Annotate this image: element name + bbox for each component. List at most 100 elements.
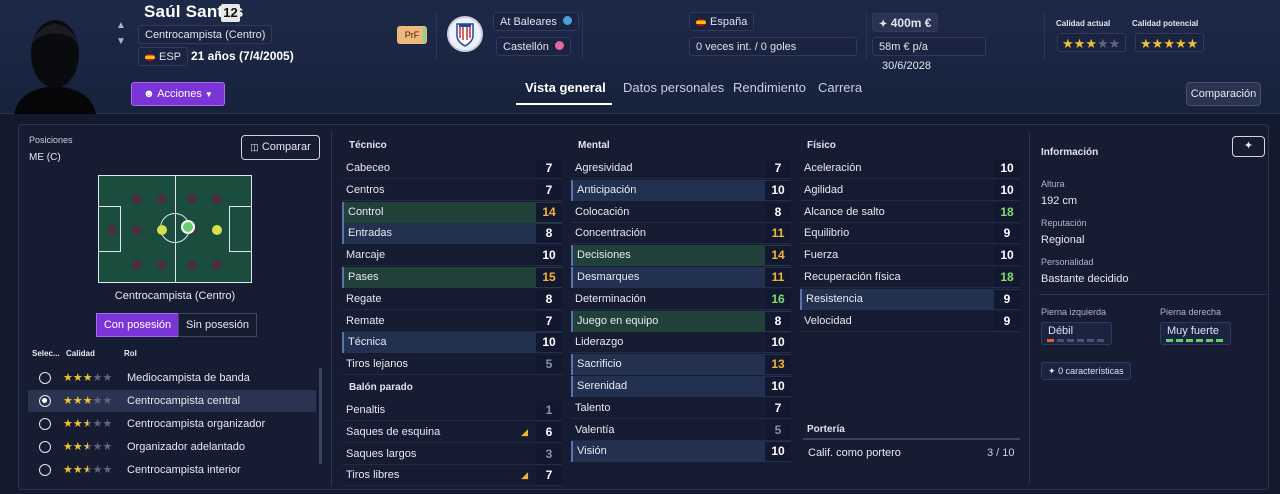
star-icon: ★ (72, 372, 83, 384)
attribute-name: Talento (575, 401, 611, 414)
role-name: Centrocampista central (127, 395, 241, 407)
foot-meter-segment (1216, 339, 1223, 342)
attribute-name: Aceleración (804, 162, 862, 174)
attribute-value: 8 (765, 311, 791, 331)
comparison-button[interactable]: Comparación (1186, 82, 1261, 106)
region-pill[interactable]: At Baleares (493, 12, 579, 31)
role-radio[interactable] (39, 395, 51, 407)
star-icon: ★ (72, 395, 83, 407)
attribute-value: 14 (765, 246, 791, 266)
attribute-value: 11 (765, 268, 791, 287)
flag-icon (696, 18, 706, 26)
attribute-row: Pases 15 (342, 267, 562, 288)
attribute-value: 9 (994, 311, 1020, 331)
empty-star-icon: ★ (92, 418, 103, 430)
role-row[interactable]: ★★★★★ Mediocampista de banda (28, 367, 316, 389)
traits-pill[interactable]: ✦ 0 características (1041, 362, 1131, 380)
tab-career[interactable]: Carrera (818, 80, 862, 95)
attribute-name: Tiros libres (346, 469, 400, 482)
attribute-row: Colocación 8 (571, 202, 791, 223)
compare-positions-button[interactable]: ◫ Comparar (241, 135, 320, 160)
tab-performance[interactable]: Rendimiento (733, 80, 806, 95)
attribute-row: Regate 8 (342, 289, 562, 310)
with-possession-toggle[interactable]: Con posesión (96, 313, 179, 337)
city-pill[interactable]: Castellón (496, 37, 571, 56)
set-pieces-title: Balón parado (349, 382, 413, 393)
compare-label: Comparar (261, 141, 311, 153)
role-row[interactable]: ★★★★★ Centrocampista organizador (28, 413, 316, 435)
info-settings-button[interactable]: ✦ (1232, 136, 1265, 157)
attribute-row: Tiros libres ◢ 7 (342, 465, 562, 487)
chevron-down-icon[interactable]: ▼ (116, 36, 126, 47)
current-ability-label: Calidad actual (1056, 19, 1111, 28)
country-pill[interactable]: España (689, 12, 755, 31)
position-dot (157, 194, 167, 204)
position-dot (132, 260, 142, 270)
tab-personal-data[interactable]: Datos personales (623, 80, 724, 95)
positions-value: ME (C) (29, 152, 61, 163)
position-pill: Centrocampista (Centro) (138, 25, 273, 44)
attribute-value: 18 (994, 268, 1020, 287)
attribute-name: Colocación (575, 205, 630, 218)
attribute-row: Saques de esquina ◢ 6 (342, 422, 562, 443)
attribute-name: Remate (346, 314, 385, 327)
without-possession-toggle[interactable]: Sin posesión (178, 313, 257, 337)
role-radio[interactable] (39, 464, 51, 476)
half-star-icon: ★ (82, 464, 93, 476)
star-icon: ★ (1163, 36, 1175, 51)
position-dot (107, 225, 117, 235)
attribute-row: Concentración 11 (571, 223, 791, 245)
foot-meter-segment (1166, 339, 1173, 342)
role-name: Organizador adelantado (127, 441, 246, 453)
attribute-value: 1 (536, 401, 562, 420)
attribute-value: 8 (536, 289, 562, 309)
role-quality-stars: ★★★★★ (63, 413, 112, 435)
nationality-pill[interactable]: ESP (138, 47, 189, 66)
attribute-name: Sacrificio (577, 358, 622, 371)
divider (331, 131, 332, 486)
foot-meter-segment (1067, 339, 1074, 342)
star-icon: ★ (63, 418, 73, 430)
star-icon: ★ (63, 464, 73, 476)
attribute-row: Resistencia 9 (800, 288, 1020, 310)
attribute-value: 10 (765, 333, 791, 353)
role-radio[interactable] (39, 418, 51, 430)
scrollbar[interactable] (319, 368, 322, 464)
player-header: ▲ ▼ Saúl Santos 12 Centrocampista (Centr… (0, 0, 1280, 114)
star-icon: ★ (63, 372, 73, 384)
foot-meter-segment (1057, 339, 1064, 342)
attribute-row: Control 14 (342, 201, 562, 223)
club-badge[interactable] (447, 16, 483, 52)
role-row[interactable]: ★★★★★ Organizador adelantado (28, 436, 316, 458)
actions-button[interactable]: ☻ Acciones ▼ (131, 82, 225, 106)
role-quality-stars: ★★★★★ (63, 367, 112, 389)
star-icon: ★ (1174, 36, 1187, 51)
role-name: Centrocampista organizador (127, 418, 266, 430)
potential-ability-stars: ★★★★★ (1135, 33, 1204, 52)
arrow-icon: ◢ (521, 470, 528, 481)
star-icon: ★ (72, 464, 83, 476)
attribute-value: 10 (536, 333, 562, 353)
technical-title: Técnico (349, 140, 387, 151)
role-row[interactable]: ★★★★★ Centrocampista interior (28, 459, 316, 481)
tab-overview[interactable]: Vista general (525, 80, 606, 95)
role-radio[interactable] (39, 372, 51, 384)
attribute-row: Determinación 16 (571, 289, 791, 310)
chevron-up-icon[interactable]: ▲ (116, 20, 126, 31)
attribute-name: Recuperación física (804, 271, 901, 283)
attribute-row: Valentía 5 (571, 420, 791, 441)
role-row[interactable]: ★★★★★ Centrocampista central (28, 390, 316, 412)
attribute-name: Fuerza (804, 249, 839, 262)
half-star-icon: ★ (82, 441, 93, 453)
attribute-value: 16 (765, 289, 791, 309)
col-select: Selec... (32, 349, 60, 358)
natural-position-dot (181, 220, 195, 234)
attribute-value: 7 (536, 180, 562, 200)
personality-tag: PrF (397, 26, 427, 44)
role-radio[interactable] (39, 441, 51, 453)
attribute-value: 7 (536, 159, 562, 178)
potential-ability-label: Calidad potencial (1132, 19, 1199, 28)
attribute-value: 11 (765, 224, 791, 244)
foot-meter-segment (1077, 339, 1084, 342)
attribute-row: Centros 7 (342, 180, 562, 201)
